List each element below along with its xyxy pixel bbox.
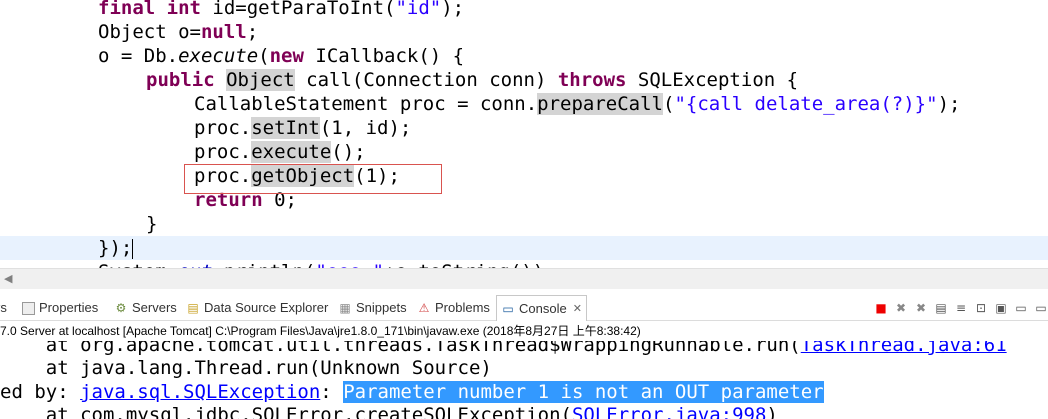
tab-properties[interactable]: Properties (22, 296, 98, 320)
tab-label: rs (0, 300, 7, 315)
code-line-6: proc.setInt(1, id); (194, 117, 412, 139)
code-line-3: o = Db.execute(new ICallback() { (98, 45, 465, 67)
stack-trace-link[interactable]: TaskThread.java:61 (801, 341, 1007, 356)
editor-horizontal-scrollbar[interactable]: ◀ (0, 268, 1048, 289)
console-toolbar: ■ ✖ ✖ ▤ ≡ ⊡ ▣ ▭ ▭ (874, 296, 1048, 320)
properties-icon (22, 301, 35, 315)
tab-snippets[interactable]: ▦ Snippets (338, 296, 406, 320)
console-line-2: at java.lang.Thread.run(Unknown Source) (0, 357, 492, 379)
scroll-lock-icon[interactable]: ▤ (934, 301, 948, 315)
tab-servers-partial[interactable]: rs (0, 296, 7, 320)
open-console-icon[interactable]: ▭ (1014, 301, 1028, 315)
stack-trace-link[interactable]: SQLError.java:998 (572, 404, 766, 419)
console-line-4: at com.mysql.jdbc.SQLError.createSQLExce… (0, 403, 778, 419)
code-line-5: CallableStatement proc = conn.prepareCal… (194, 93, 961, 115)
console-description: 7.0 Server at localhost [Apache Tomcat] … (0, 321, 1048, 341)
highlight-box (184, 164, 442, 194)
servers-icon: ⚙ (115, 301, 127, 315)
word-wrap-icon[interactable]: ≡ (954, 301, 968, 315)
console-line-1: at org.apache.tomcat.util.threads.TaskTh… (0, 341, 1007, 357)
close-icon[interactable]: ✕ (573, 297, 582, 321)
code-line-1: final int id=getParaToInt("id"); (98, 0, 465, 19)
code-editor[interactable]: final int id=getParaToInt("id"); Object … (0, 0, 1048, 268)
tab-data-source-explorer[interactable]: ▤ Data Source Explorer (186, 296, 328, 320)
terminate-icon[interactable]: ■ (874, 301, 888, 315)
exception-link[interactable]: java.sql.SQLException (80, 381, 320, 403)
pin-console-icon[interactable]: ⊡ (974, 301, 988, 315)
scroll-left-arrow-icon[interactable]: ◀ (4, 272, 12, 285)
minimize-icon[interactable]: ▭ (1034, 301, 1048, 315)
code-line-2: Object o=null; (98, 21, 259, 43)
problems-icon: ⚠ (418, 301, 430, 315)
selected-error-message: Parameter number 1 is not an OUT paramet… (343, 381, 824, 403)
code-line-11: }); (98, 237, 134, 259)
snippets-icon: ▦ (339, 301, 351, 315)
tab-servers[interactable]: ⚙ Servers (114, 296, 177, 320)
tab-console[interactable]: ▭ Console ✕ (496, 295, 587, 321)
console-line-3: ed by: java.sql.SQLException: Parameter … (0, 381, 824, 403)
code-line-10: } (146, 213, 158, 235)
display-selected-console-icon[interactable]: ▣ (994, 301, 1008, 315)
code-line-4: public Object call(Connection conn) thro… (146, 69, 799, 91)
current-line-highlight (0, 236, 1048, 260)
console-icon: ▭ (502, 301, 514, 316)
code-line-12: System.out.println("ooo:"+o.toString()); (98, 260, 556, 268)
remove-launch-icon[interactable]: ✖ (894, 301, 908, 315)
code-line-7: proc.execute(); (194, 141, 366, 163)
tab-problems[interactable]: ⚠ Problems (417, 296, 490, 320)
text-caret (132, 238, 134, 259)
view-tab-bar: rs Properties ⚙ Servers ▤ Data Source Ex… (0, 295, 1048, 321)
data-source-icon: ▤ (187, 301, 199, 315)
remove-all-terminated-icon[interactable]: ✖ (914, 301, 928, 315)
console-output[interactable]: at org.apache.tomcat.util.threads.TaskTh… (0, 341, 1048, 419)
